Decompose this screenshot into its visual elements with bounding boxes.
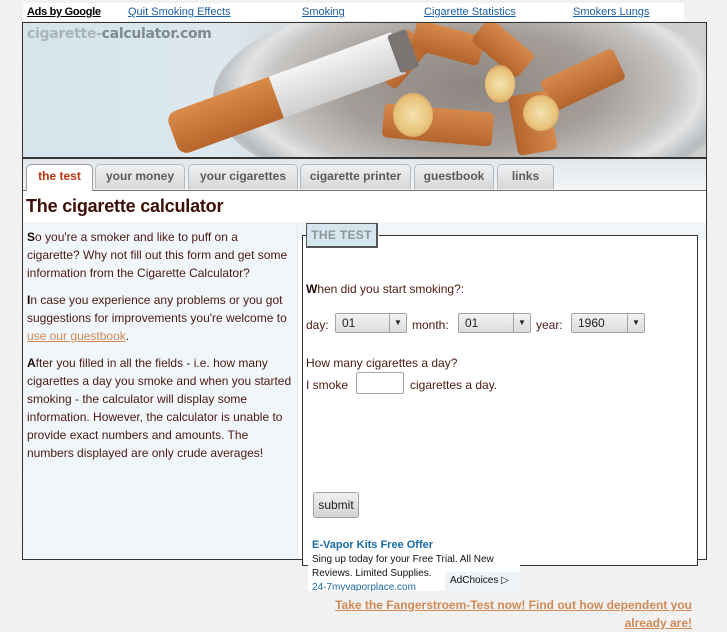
ad-link-cigarette-statistics[interactable]: Cigarette Statistics <box>424 6 516 18</box>
fieldset-border <box>379 235 698 236</box>
start-smoking-question: When did you start smoking?: <box>306 282 465 296</box>
form-legend: THE TEST <box>306 223 378 248</box>
tab-cigarette-printer[interactable]: cigarette printer <box>300 164 411 189</box>
year-select[interactable]: 1960 ▼ <box>571 313 645 333</box>
chevron-down-icon: ▼ <box>627 314 644 332</box>
ad-link-quit-smoking-effects[interactable]: Quit Smoking Effects <box>128 6 231 18</box>
year-label: year: <box>536 318 563 332</box>
cigarettes-question: How many cigarettes a day? <box>306 356 458 370</box>
intro-paragraph: In case you experience any problems or y… <box>27 293 287 343</box>
google-ad-bar: Ads by Google Quit Smoking Effects Smoki… <box>23 3 684 21</box>
smoke-prefix: I smoke <box>306 378 349 392</box>
tab-the-test[interactable]: the test <box>26 164 93 191</box>
tab-guestbook[interactable]: guestbook <box>414 164 494 189</box>
ad-url-link[interactable]: 24-7myvaporplace.com <box>312 582 416 591</box>
intro-paragraph: After you filled in all the fields - i.e… <box>27 356 292 460</box>
ad-title-link[interactable]: E-Vapor Kits Free Offer <box>312 539 433 551</box>
adchoices-icon: ▷ <box>501 575 509 586</box>
year-select-value: 1960 <box>578 316 605 330</box>
intro-column: So you're a smoker and like to puff on a… <box>23 222 298 559</box>
tab-bar: the test your money your cigarettes ciga… <box>23 159 706 191</box>
main-content: the test your money your cigarettes ciga… <box>22 158 707 630</box>
month-label: month: <box>412 318 449 332</box>
day-select-value: 01 <box>342 316 356 330</box>
chevron-down-icon: ▼ <box>389 314 406 332</box>
tab-links[interactable]: links <box>497 164 554 189</box>
ads-by-google-link[interactable]: Ads by Google <box>27 6 101 18</box>
intro-paragraph: So you're a smoker and like to puff on a… <box>27 230 288 280</box>
site-logo[interactable]: cigarette-calculator.com <box>27 26 212 42</box>
ad-link-smokers-lungs[interactable]: Smokers Lungs <box>573 6 649 18</box>
tab-your-money[interactable]: your money <box>95 164 185 189</box>
test-form: THE TEST When did you start smoking?: da… <box>302 223 698 630</box>
cigarettes-per-day-input[interactable] <box>356 372 404 394</box>
ad-link-smoking[interactable]: Smoking <box>302 6 345 18</box>
chevron-down-icon: ▼ <box>513 314 530 332</box>
day-select[interactable]: 01 ▼ <box>335 313 407 333</box>
adchoices-button[interactable]: AdChoices ▷ <box>445 572 520 591</box>
cigarette-tip-image <box>485 65 515 103</box>
smoke-suffix: cigarettes a day. <box>410 378 498 392</box>
header-banner: cigarette-calculator.com <box>22 22 707 158</box>
sponsored-ad: E-Vapor Kits Free Offer Sing up today fo… <box>308 536 520 591</box>
cigarette-tip-image <box>523 95 559 131</box>
guestbook-link[interactable]: use our guestbook <box>27 329 126 343</box>
cigarette-tip-image <box>393 93 433 137</box>
page-title: The cigarette calculator <box>26 196 224 216</box>
day-label: day: <box>306 318 329 332</box>
tab-your-cigarettes[interactable]: your cigarettes <box>188 164 298 189</box>
fangerstroem-test-link[interactable]: Take the Fangerstroem-Test now! Find out… <box>323 596 692 632</box>
month-select-value: 01 <box>465 316 479 330</box>
month-select[interactable]: 01 ▼ <box>458 313 531 333</box>
adchoices-label: AdChoices <box>450 575 499 586</box>
submit-button[interactable]: submit <box>313 492 359 518</box>
